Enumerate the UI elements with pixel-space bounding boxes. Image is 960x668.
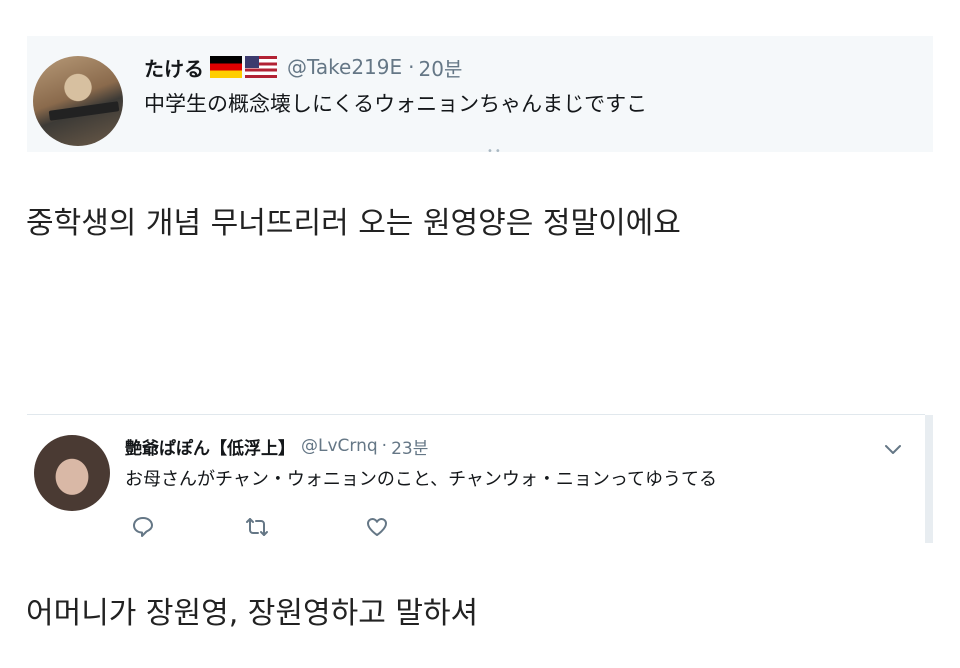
germany-flag-icon <box>210 56 242 78</box>
like-heart-icon[interactable] <box>365 515 389 539</box>
avatar[interactable] <box>33 56 123 146</box>
usa-flag-icon <box>245 56 277 78</box>
tweet-header: たける @Take219E · 20분 <box>144 52 462 82</box>
reply-icon[interactable] <box>131 515 155 539</box>
translation-caption-2: 어머니가 장원영, 장원영하고 말하셔 <box>26 596 479 631</box>
tweet-actions <box>131 515 389 539</box>
display-name[interactable]: 艶爺ぱぽん【低浮上】 <box>125 434 295 459</box>
more-indicator: •• <box>487 146 503 157</box>
timestamp[interactable]: 23분 <box>391 434 428 459</box>
tweet-text: お母さんがチャン・ウォニョンのこと、チャンウォ・ニョンってゆうてる <box>125 469 718 490</box>
quoted-tweet-2[interactable]: 艶爺ぱぽん【低浮上】 @LvCrnq · 23분 お母さんがチャン・ウォニョンの… <box>27 414 933 543</box>
display-name[interactable]: たける <box>144 53 204 82</box>
separator-dot: · <box>408 55 415 79</box>
username-handle[interactable]: @Take219E <box>287 55 402 79</box>
scroll-edge <box>925 415 933 543</box>
separator-dot: · <box>381 436 388 456</box>
avatar-photo-detail <box>48 101 120 121</box>
avatar[interactable] <box>34 435 110 511</box>
translation-caption-1: 중학생의 개념 무너뜨리러 오는 원영양은 정말이에요 <box>26 206 681 241</box>
quoted-tweet-1[interactable]: たける @Take219E · 20분 中学生の概念壊しにくるウォニョンちゃんま… <box>27 36 933 157</box>
tweet-header: 艶爺ぱぽん【低浮上】 @LvCrnq · 23분 <box>125 433 428 459</box>
username-handle[interactable]: @LvCrnq <box>301 436 378 456</box>
chevron-down-icon[interactable] <box>881 437 905 461</box>
timestamp[interactable]: 20분 <box>419 53 463 82</box>
tweet-text: 中学生の概念壊しにくるウォニョンちゃんまじですこ <box>144 92 648 116</box>
retweet-icon[interactable] <box>245 515 269 539</box>
